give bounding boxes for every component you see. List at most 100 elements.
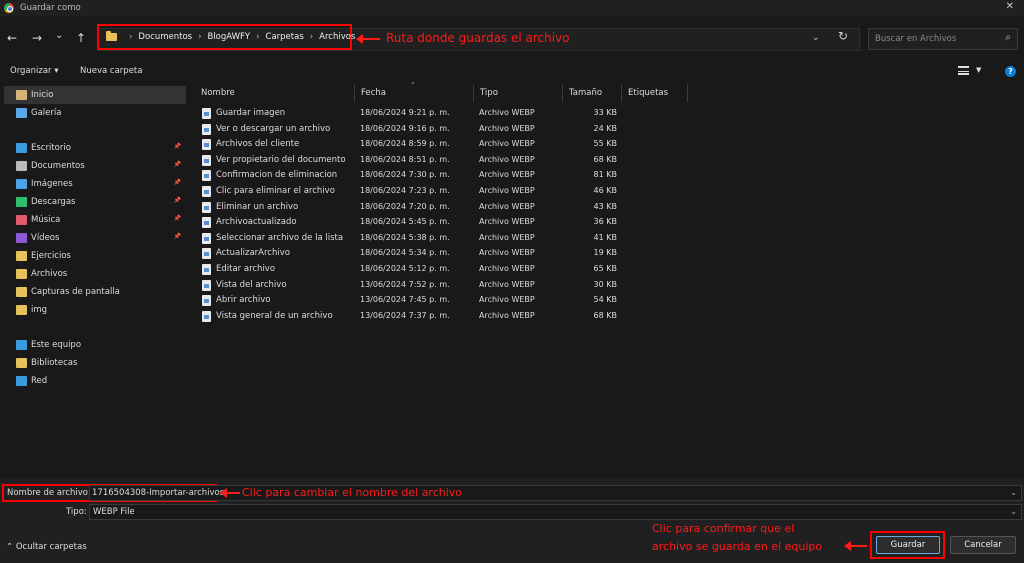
downloads-icon [16, 197, 27, 207]
back-arrow-icon[interactable]: ← [7, 31, 17, 45]
sidebar-item[interactable]: Música 📌 [4, 211, 186, 229]
column-header-name[interactable]: Nombre [195, 84, 355, 102]
webp-file-icon [202, 170, 211, 182]
forward-arrow-icon[interactable]: → [32, 31, 42, 45]
sidebar-item-label: Escritorio [31, 143, 71, 153]
breadcrumb-item-carpetas[interactable]: Carpetas [266, 32, 304, 42]
sidebar-item[interactable]: Imágenes 📌 [4, 175, 186, 193]
cancel-button[interactable]: Cancelar [950, 536, 1016, 554]
file-size: 55 KB [593, 139, 617, 149]
recent-locations-chevron-icon[interactable]: ⌄ [55, 29, 63, 43]
view-dropdown-icon[interactable]: ▼ [976, 66, 981, 74]
annotation-arrow [220, 488, 240, 498]
pin-icon[interactable]: 📌 [174, 161, 181, 168]
annotation-confirm-line1: Clic para confirmar que el [652, 522, 795, 535]
webp-file-icon [202, 295, 211, 307]
sidebar-item[interactable]: Vídeos 📌 [4, 229, 186, 247]
sidebar-item[interactable]: Escritorio 📌 [4, 139, 186, 157]
webp-file-icon [202, 186, 211, 197]
breadcrumb-item-documentos[interactable]: Documentos [138, 32, 192, 42]
file-row[interactable]: Vista general de un archivo 13/06/2024 7:… [200, 309, 630, 324]
column-header-size[interactable]: Tamaño [563, 84, 622, 102]
chevron-down-icon[interactable]: ⌄ [1010, 507, 1017, 516]
file-row[interactable]: ActualizarArchivo 18/06/2024 5:34 p. m. Ar… [200, 246, 630, 261]
file-row[interactable]: Ver propietario del documento 18/06/2024 … [200, 153, 630, 168]
annotation-confirm-line2: archivo se guarda en el equipo [652, 540, 823, 553]
sidebar-item[interactable]: Descargas 📌 [4, 193, 186, 211]
hide-folders-button[interactable]: ⌃ Ocultar carpetas [6, 542, 87, 552]
pin-icon[interactable]: 📌 [174, 179, 181, 186]
sidebar-item[interactable]: Bibliotecas [4, 354, 186, 372]
column-header-date[interactable]: Fecha [355, 84, 474, 102]
file-date: 18/06/2024 7:20 p. m. [360, 201, 450, 211]
organize-menu[interactable]: Organizar ▾ [10, 66, 59, 76]
pictures-icon [16, 179, 27, 189]
sidebar-item-label: Archivos [31, 269, 68, 279]
file-row[interactable]: Confirmacion de eliminacion 18/06/2024 7:… [200, 168, 630, 183]
sidebar-item[interactable]: Archivos [4, 265, 186, 283]
webp-file-icon [202, 217, 211, 229]
sidebar-item[interactable]: img [4, 301, 186, 319]
file-name: Vista del archivo [216, 279, 287, 290]
file-type: Archivo WEBP [479, 264, 535, 273]
refresh-icon[interactable]: ↻ [838, 29, 848, 43]
file-name: ActualizarArchivo [216, 248, 290, 259]
file-size: 43 KB [593, 201, 617, 211]
save-button[interactable]: Guardar [876, 536, 940, 554]
file-row[interactable]: Archivos del cliente 18/06/2024 8:59 p. m… [200, 137, 630, 152]
file-row[interactable]: Eliminar un archivo 18/06/2024 7:20 p. m.… [200, 200, 630, 215]
pin-icon[interactable]: 📌 [174, 233, 181, 240]
file-type-select[interactable]: WEBP File ⌄ [89, 504, 1022, 520]
pin-icon[interactable]: 📌 [174, 197, 181, 204]
new-folder-button[interactable]: Nueva carpeta [80, 66, 142, 76]
file-list: Nombre Fecha Tipo Tamaño Etiquetas Guard… [190, 84, 1024, 476]
sidebar-item[interactable]: Ejercicios [4, 247, 186, 265]
webp-file-icon [202, 232, 211, 244]
close-icon[interactable]: ✕ [1006, 1, 1014, 12]
file-type: Archivo WEBP [479, 123, 535, 133]
file-date: 18/06/2024 7:23 p. m. [360, 186, 450, 195]
file-row[interactable]: Vista del archivo 13/06/2024 7:52 p. m. Ar… [200, 278, 630, 293]
up-arrow-icon[interactable]: ↑ [76, 31, 86, 45]
file-row[interactable]: Abrir archivo 13/06/2024 7:45 p. m. Archiv… [200, 293, 630, 308]
breadcrumb-item-archivos[interactable]: Archivos [319, 32, 355, 42]
breadcrumb-item-blogawfy[interactable]: BlogAWFY [207, 32, 250, 42]
sidebar-item[interactable]: Inicio [4, 86, 186, 104]
address-dropdown-icon[interactable]: ⌄ [812, 33, 820, 43]
file-row[interactable]: Seleccionar archivo de la lista 18/06/202… [200, 231, 630, 246]
column-header-tags[interactable]: Etiquetas [622, 84, 688, 102]
file-name: Clic para eliminar el archivo [216, 186, 335, 196]
view-options-icon[interactable] [958, 66, 969, 75]
save-as-dialog: Guardar como ✕ ← → ⌄ ↑ › Documentos › Bl… [0, 0, 1024, 563]
sidebar-item[interactable]: Documentos 📌 [4, 157, 186, 175]
webp-file-icon [202, 279, 211, 291]
file-row[interactable]: Archivoactualizado 18/06/2024 5:45 p. m. A… [200, 215, 630, 230]
file-name: Seleccionar archivo de la lista [216, 232, 344, 243]
sidebar-item[interactable]: Red [4, 372, 186, 390]
pin-icon[interactable]: 📌 [174, 215, 181, 222]
file-row[interactable]: Guardar imagen 18/06/2024 9:21 p. m. Archi… [200, 106, 630, 121]
column-header-type[interactable]: Tipo [474, 84, 563, 102]
search-input[interactable]: Buscar en Archivos ⌕ [868, 28, 1018, 50]
help-icon[interactable]: ? [1005, 66, 1016, 77]
sidebar-item-label: Bibliotecas [31, 358, 78, 368]
sidebar-item[interactable]: Galería [4, 104, 186, 122]
sidebar-item[interactable]: Capturas de pantalla [4, 283, 186, 301]
chevron-down-icon[interactable]: ⌄ [1010, 488, 1017, 497]
pin-icon[interactable]: 📌 [174, 143, 181, 150]
file-row[interactable]: Ver o descargar un archivo 18/06/2024 9:1… [200, 122, 630, 137]
file-date: 18/06/2024 8:59 p. m. [360, 139, 450, 149]
sidebar-item-label: Imágenes [31, 179, 73, 189]
webp-file-icon [202, 310, 211, 322]
file-date: 18/06/2024 9:16 p. m. [360, 123, 450, 133]
file-row[interactable]: Editar archivo 18/06/2024 5:12 p. m. Archi… [200, 262, 630, 277]
file-name: Ver o descargar un archivo [216, 123, 331, 134]
file-type: Archivo WEBP [479, 279, 535, 289]
breadcrumb: › Documentos › BlogAWFY › Carpetas › Arc… [106, 26, 355, 48]
sidebar-item-label: Documentos [31, 161, 85, 171]
file-date: 18/06/2024 5:34 p. m. [360, 248, 450, 258]
sidebar-item[interactable]: Este equipo [4, 336, 186, 354]
sidebar-item-label: Galería [31, 108, 62, 118]
file-name: Archivoactualizado [216, 217, 297, 228]
file-row[interactable]: Clic para eliminar el archivo 18/06/2024 … [200, 184, 630, 199]
